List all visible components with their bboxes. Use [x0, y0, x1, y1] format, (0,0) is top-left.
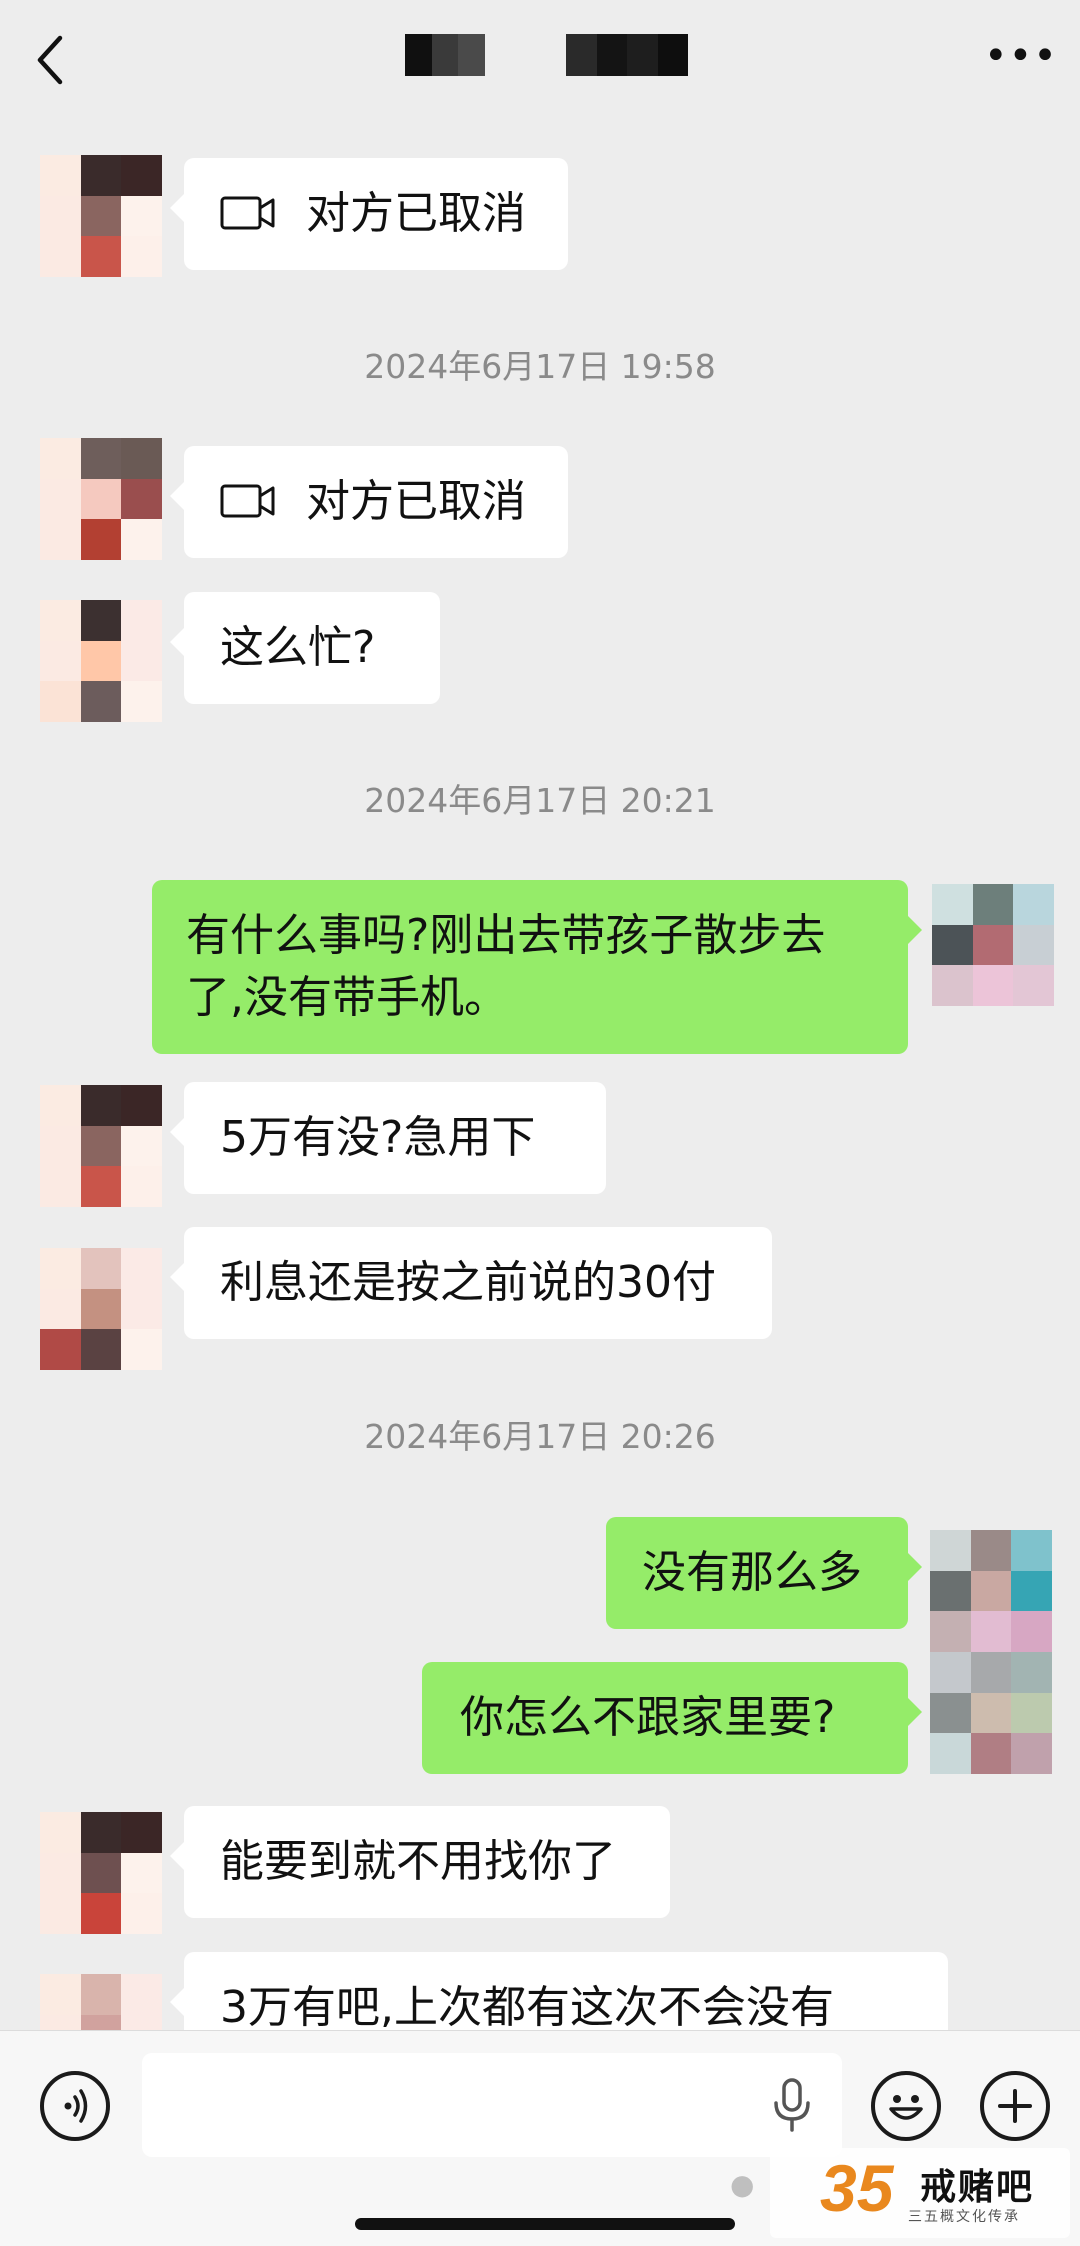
watermark-number: 35 — [820, 2151, 894, 2225]
voice-icon — [64, 2089, 88, 2123]
my-avatar-stack[interactable] — [930, 1530, 1052, 1774]
message-bubble[interactable]: 利息还是按之前说的30付 — [170, 1227, 772, 1339]
video-call-cancelled-message[interactable]: 对方已取消 — [170, 158, 568, 270]
message-input[interactable] — [142, 2053, 842, 2157]
microphone-icon[interactable] — [770, 2077, 814, 2133]
video-camera-icon — [220, 484, 275, 518]
contact-avatar[interactable] — [40, 1812, 162, 1934]
contact-avatar[interactable] — [40, 438, 162, 560]
chat-header: ••• — [0, 0, 1080, 120]
plus-icon — [998, 2089, 1032, 2123]
message-bubble[interactable]: 5万有没?急用下 — [170, 1082, 606, 1194]
message-bubble[interactable]: 能要到就不用找你了 — [170, 1806, 670, 1918]
watermark-brand: 戒赌吧 — [920, 2167, 1035, 2208]
contact-avatar[interactable] — [40, 600, 162, 722]
home-indicator[interactable] — [355, 2218, 735, 2230]
my-avatar[interactable] — [932, 884, 1054, 1006]
message-bubble[interactable]: 没有那么多 — [606, 1517, 922, 1629]
timestamp: 2024年6月17日 20:26 — [364, 1417, 716, 1456]
more-functions-button[interactable] — [980, 2071, 1050, 2141]
message-text: 利息还是按之前说的30付 — [220, 1257, 716, 1308]
message-text: 没有那么多 — [642, 1547, 862, 1598]
contact-avatar[interactable] — [40, 155, 162, 277]
timestamp: 2024年6月17日 20:21 — [364, 781, 716, 820]
message-bubble[interactable]: 有什么事吗?刚出去带孩子散步去了,没有带手机。 — [152, 880, 922, 1054]
message-text: 能要到就不用找你了 — [220, 1836, 616, 1887]
message-text: 对方已取消 — [306, 188, 526, 239]
message-text: 这么忙? — [220, 622, 376, 673]
more-options-button[interactable]: ••• — [984, 36, 1057, 76]
message-text: 3万有吧,上次都有这次不会没有 — [220, 1982, 834, 2033]
message-bubble[interactable]: 你怎么不跟家里要? — [422, 1662, 922, 1774]
redacted-contact-name — [405, 34, 486, 76]
message-text: 5万有没?急用下 — [220, 1112, 536, 1163]
chevron-left-icon[interactable] — [30, 30, 70, 90]
emoji-button[interactable] — [871, 2071, 941, 2141]
video-camera-icon — [220, 196, 275, 230]
message-bubble[interactable]: 这么忙? — [170, 592, 440, 704]
message-text: 对方已取消 — [306, 476, 526, 527]
wechat-icon: ● — [730, 2168, 755, 2201]
contact-avatar[interactable] — [40, 1248, 162, 1370]
video-call-cancelled-message[interactable]: 对方已取消 — [170, 446, 568, 558]
emoji-icon — [889, 2095, 923, 2120]
message-text: 你怎么不跟家里要? — [460, 1692, 836, 1743]
message-text: 有什么事吗?刚出去带孩子散步去了,没有带手机。 — [186, 910, 826, 1023]
redacted-contact-name — [566, 34, 688, 76]
timestamp: 2024年6月17日 19:58 — [364, 347, 716, 386]
voice-input-button[interactable] — [40, 2071, 110, 2141]
watermark-subtitle: 三五概文化传承 — [908, 2209, 1020, 2225]
contact-avatar[interactable] — [40, 1085, 162, 1207]
